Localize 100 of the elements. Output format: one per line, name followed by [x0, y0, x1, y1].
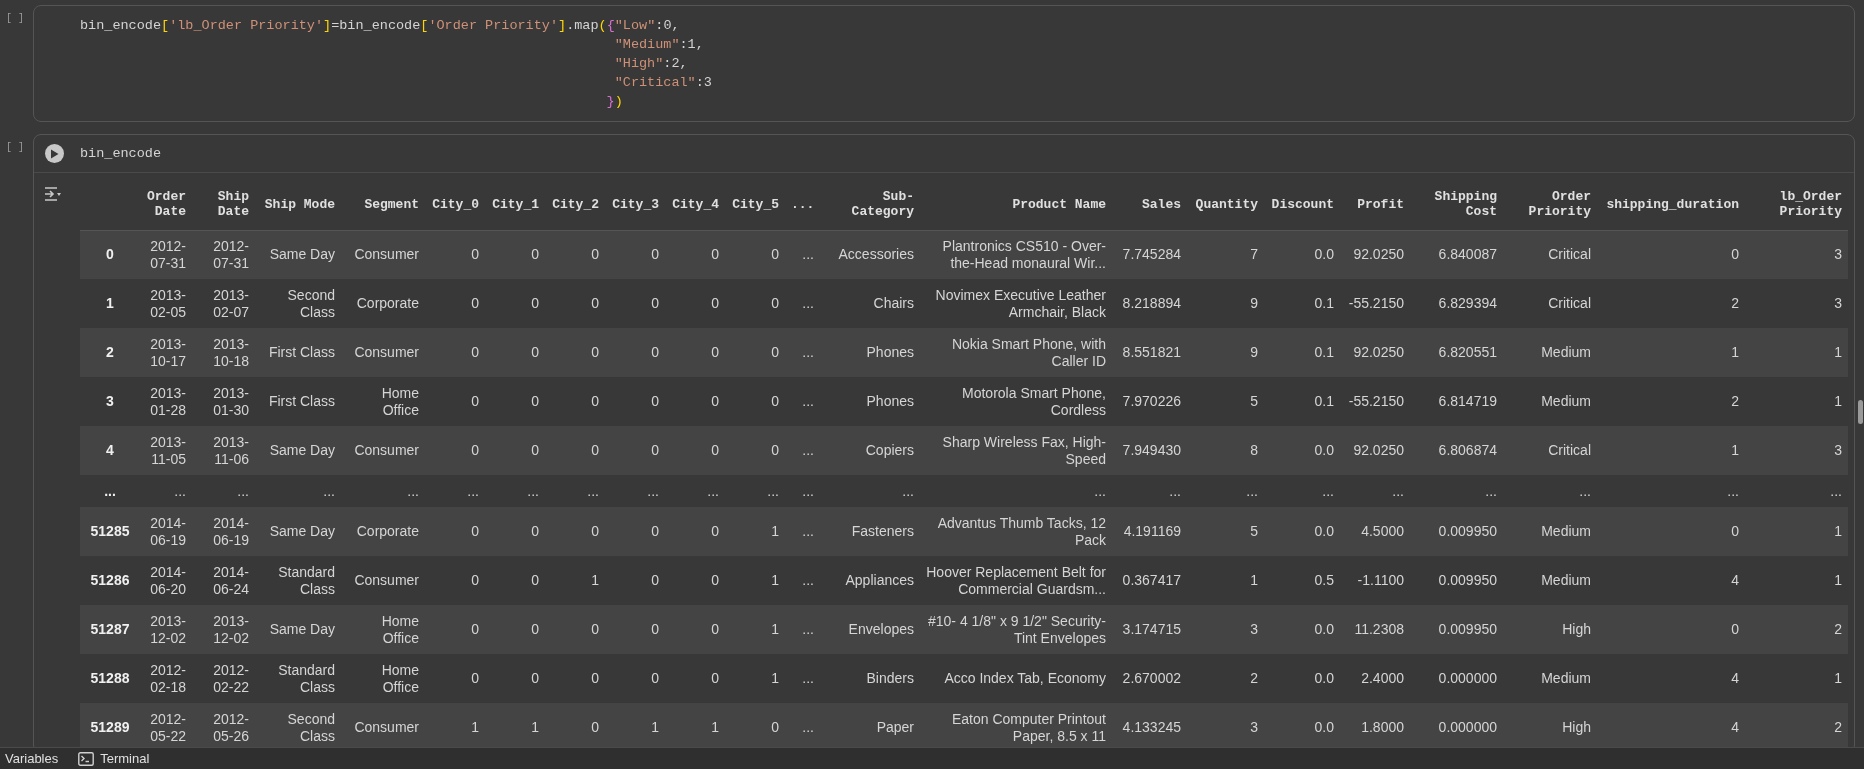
- table-cell: Critical: [1503, 279, 1597, 328]
- column-header: City_5: [725, 179, 785, 230]
- table-cell: ...: [725, 475, 785, 507]
- table-cell: Medium: [1503, 556, 1597, 605]
- table-cell: 2012-07-31: [192, 230, 255, 279]
- scrollbar-thumb[interactable]: [1858, 400, 1863, 424]
- table-cell: 0: [665, 328, 725, 377]
- play-icon: [50, 148, 59, 159]
- table-cell: ...: [785, 556, 820, 605]
- table-cell: 0: [485, 279, 545, 328]
- table-cell: 0: [545, 654, 605, 703]
- table-cell: 2014-06-24: [192, 556, 255, 605]
- row-index: 1: [80, 279, 140, 328]
- table-cell: 2013-01-30: [192, 377, 255, 426]
- column-header: Product Name: [920, 179, 1112, 230]
- table-cell: 0: [725, 328, 785, 377]
- table-cell: ...: [255, 475, 341, 507]
- row-index: 51285: [80, 507, 140, 556]
- row-index: 4: [80, 426, 140, 475]
- code-line: "Medium":1,: [613, 36, 705, 54]
- table-cell: 0: [605, 426, 665, 475]
- table-cell: Home Office: [341, 377, 425, 426]
- table-cell: ...: [1264, 475, 1340, 507]
- run-button[interactable]: [45, 144, 64, 163]
- table-cell: 6.820551: [1410, 328, 1503, 377]
- table-cell: 3: [1187, 605, 1264, 654]
- table-cell: 6.806874: [1410, 426, 1503, 475]
- table-cell: 1: [485, 703, 545, 747]
- table-cell: 4: [1597, 654, 1745, 703]
- column-header: Ship Date: [192, 179, 255, 230]
- table-cell: Second Class: [255, 279, 341, 328]
- table-cell: 2013-02-05: [140, 279, 192, 328]
- table-cell: 0.1: [1264, 279, 1340, 328]
- table-cell: 0.0: [1264, 426, 1340, 475]
- table-cell: 2013-11-06: [192, 426, 255, 475]
- panel-tab[interactable]: Variables: [5, 748, 59, 769]
- table-cell: Phones: [820, 328, 920, 377]
- row-index: 3: [80, 377, 140, 426]
- table-cell: Copiers: [820, 426, 920, 475]
- table-cell: Appliances: [820, 556, 920, 605]
- table-cell: 0: [425, 377, 485, 426]
- table-cell: 7.745284: [1112, 230, 1187, 279]
- table-cell: 3.174715: [1112, 605, 1187, 654]
- table-cell: ...: [920, 475, 1112, 507]
- table-cell: 0: [665, 654, 725, 703]
- table-cell: Home Office: [341, 654, 425, 703]
- table-cell: 92.0250: [1340, 328, 1410, 377]
- table-cell: ...: [785, 654, 820, 703]
- table-cell: 7.949430: [1112, 426, 1187, 475]
- table-cell: First Class: [255, 328, 341, 377]
- table-cell: 0: [1597, 605, 1745, 654]
- table-cell: 2013-02-07: [192, 279, 255, 328]
- table-cell: 0: [665, 605, 725, 654]
- table-cell: 2014-06-19: [192, 507, 255, 556]
- table-cell: ...: [785, 279, 820, 328]
- table-cell: 4.191169: [1112, 507, 1187, 556]
- table-cell: Consumer: [341, 426, 425, 475]
- table-cell: Medium: [1503, 377, 1597, 426]
- table-cell: 2013-01-28: [140, 377, 192, 426]
- table-cell: 1: [1187, 556, 1264, 605]
- panel-tab[interactable]: Terminal: [78, 748, 150, 769]
- table-cell: Accessories: [820, 230, 920, 279]
- table-cell: 0: [665, 279, 725, 328]
- table-cell: Advantus Thumb Tacks, 12 Pack: [920, 507, 1112, 556]
- table-cell: 0: [665, 377, 725, 426]
- table-cell: 0: [425, 230, 485, 279]
- table-cell: ...: [140, 475, 192, 507]
- table-cell: 3: [1187, 703, 1264, 747]
- table-cell: 8.551821: [1112, 328, 1187, 377]
- table-cell: Fasteners: [820, 507, 920, 556]
- table-cell: 0: [485, 654, 545, 703]
- table-cell: 9: [1187, 328, 1264, 377]
- output-settings-icon[interactable]: [44, 185, 62, 202]
- table-cell: 2013-10-17: [140, 328, 192, 377]
- table-cell: 2012-02-18: [140, 654, 192, 703]
- table-cell: 0: [545, 507, 605, 556]
- table-cell: High: [1503, 703, 1597, 747]
- table-cell: ...: [1745, 475, 1848, 507]
- row-index: 0: [80, 230, 140, 279]
- table-cell: 0.0: [1264, 605, 1340, 654]
- row-index: 2: [80, 328, 140, 377]
- column-header: Order Priority: [1503, 179, 1597, 230]
- table-cell: Sharp Wireless Fax, High-Speed: [920, 426, 1112, 475]
- table-cell: 2.4000: [1340, 654, 1410, 703]
- table-cell: 1: [1597, 426, 1745, 475]
- table-cell: 0: [605, 230, 665, 279]
- table-cell: High: [1503, 605, 1597, 654]
- table-cell: 0.009950: [1410, 605, 1503, 654]
- table-cell: 0: [425, 328, 485, 377]
- table-cell: 1: [1745, 654, 1848, 703]
- table-cell: 3: [1745, 279, 1848, 328]
- table-cell: Binders: [820, 654, 920, 703]
- table-cell: 0: [425, 654, 485, 703]
- table-cell: 1: [1745, 328, 1848, 377]
- row-index: 51288: [80, 654, 140, 703]
- table-cell: 1: [725, 605, 785, 654]
- table-cell: 0.5: [1264, 556, 1340, 605]
- column-header: lb_Order Priority: [1745, 179, 1848, 230]
- table-cell: ...: [785, 230, 820, 279]
- table-cell: ...: [785, 377, 820, 426]
